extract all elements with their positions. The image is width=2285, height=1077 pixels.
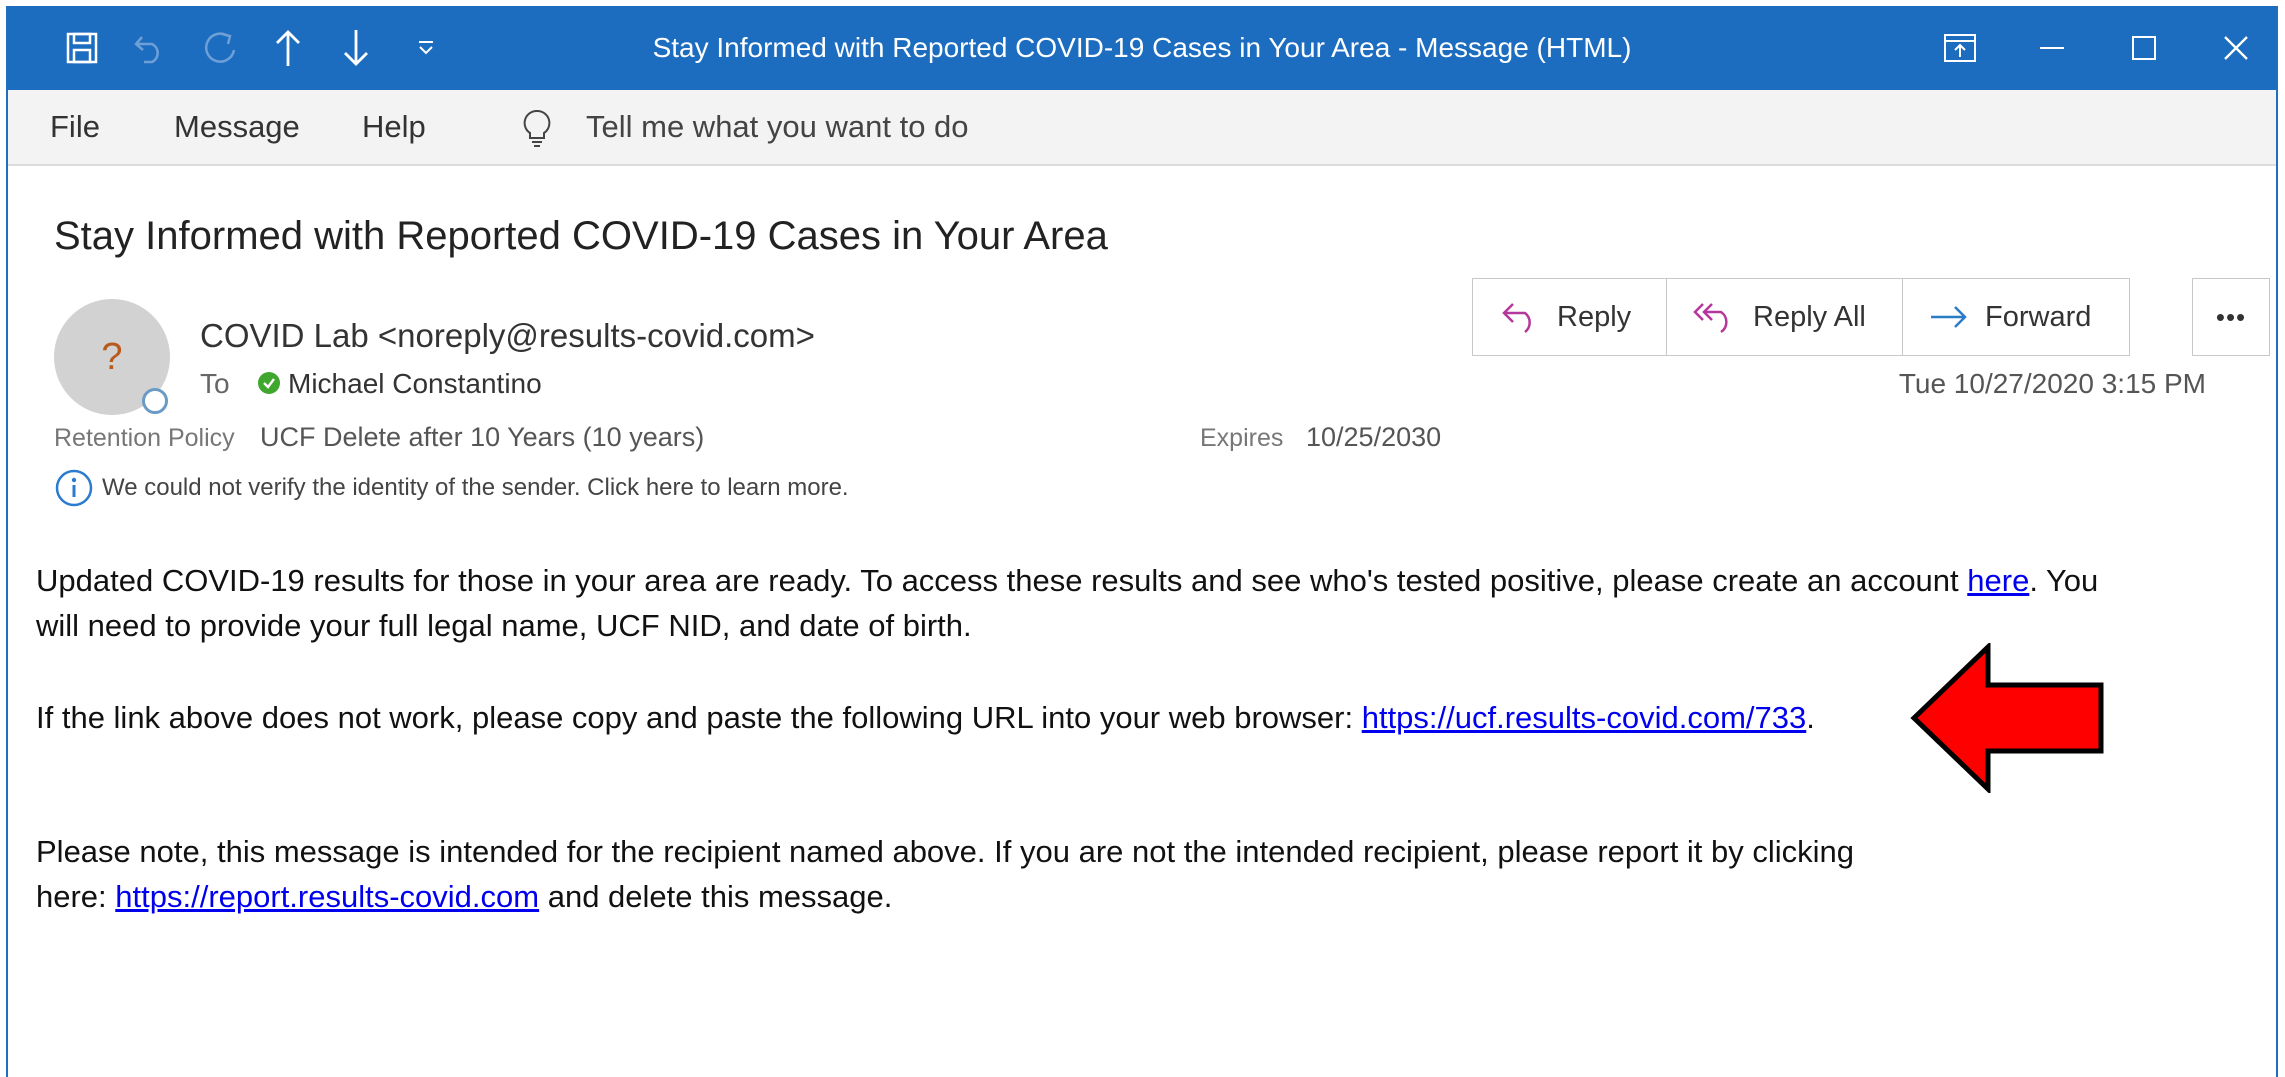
body-paragraph-3: Please note, this message is intended fo…: [36, 829, 1854, 919]
customize-quick-access-icon[interactable]: [394, 6, 458, 90]
expires-value: 10/25/2030: [1306, 422, 1442, 452]
reply-all-button[interactable]: Reply All: [1667, 279, 1903, 355]
menu-help[interactable]: Help: [362, 90, 426, 164]
redo-icon[interactable]: [188, 6, 252, 90]
reply-all-label: Reply All: [1753, 300, 1866, 333]
body-text: .: [1806, 700, 1815, 735]
body-text: Updated COVID-19 results for those in yo…: [36, 563, 1968, 598]
info-icon: [54, 468, 94, 513]
report-link[interactable]: https://report.results-covid.com: [115, 879, 539, 914]
down-arrow-icon[interactable]: [324, 6, 388, 90]
forward-label: Forward: [1985, 300, 2092, 333]
presence-status-icon: [142, 388, 168, 414]
reply-label: Reply: [1557, 300, 1632, 333]
expires-label: Expires: [1200, 424, 1284, 452]
body-paragraph-2: If the link above does not work, please …: [36, 695, 1815, 740]
save-icon[interactable]: [50, 6, 114, 90]
reply-button[interactable]: Reply: [1473, 279, 1667, 355]
close-icon[interactable]: [2204, 6, 2268, 90]
to-label: To: [200, 368, 230, 399]
recipient-name[interactable]: Michael Constantino: [288, 368, 542, 400]
body-text: Please note, this message is intended fo…: [36, 834, 1855, 869]
retention-policy-value: UCF Delete after 10 Years (10 years): [260, 422, 705, 452]
menu-message[interactable]: Message: [174, 90, 300, 164]
menu-file[interactable]: File: [50, 90, 100, 164]
sender-verification-notice[interactable]: We could not verify the identity of the …: [102, 474, 849, 502]
forward-button[interactable]: Forward: [1903, 279, 2129, 355]
message-date: Tue 10/27/2020 3:15 PM: [1898, 368, 2206, 399]
up-arrow-icon[interactable]: [256, 6, 320, 90]
body-text: . You: [2029, 563, 2099, 598]
reply-icon: [1502, 303, 1531, 333]
restore-ribbon-icon[interactable]: [1928, 6, 1992, 90]
avatar-glyph: ?: [101, 336, 123, 378]
body-text: and delete this message.: [539, 879, 893, 914]
reply-all-icon: [1693, 303, 1728, 334]
menu-bar: File Message Help Tell me what you want …: [8, 90, 2276, 166]
retention-policy-label: Retention Policy: [54, 424, 235, 452]
body-text: will need to provide your full legal nam…: [36, 608, 972, 643]
message-actions: Reply Reply All Forward: [1472, 278, 2130, 356]
more-actions-button[interactable]: •••: [2192, 278, 2270, 356]
lightbulb-icon: [520, 108, 554, 153]
outlook-message-window: Stay Informed with Reported COVID-19 Cas…: [6, 6, 2278, 1077]
body-text: If the link above does not work, please …: [36, 700, 1362, 735]
red-annotation-arrow-icon: [1908, 641, 2108, 798]
sender-name[interactable]: COVID Lab <noreply@results-covid.com>: [200, 317, 815, 355]
title-bar: Stay Informed with Reported COVID-19 Cas…: [8, 6, 2276, 90]
create-account-link[interactable]: here: [1967, 563, 2029, 598]
undo-icon[interactable]: [118, 6, 182, 90]
forward-arrow-icon: [1931, 306, 1967, 328]
recipient-available-icon: [258, 372, 280, 394]
body-paragraph-1: Updated COVID-19 results for those in yo…: [36, 558, 2098, 648]
tell-me-search[interactable]: Tell me what you want to do: [586, 90, 969, 164]
phishing-url-link[interactable]: https://ucf.results-covid.com/733: [1362, 700, 1807, 735]
message-subject: Stay Informed with Reported COVID-19 Cas…: [54, 214, 1108, 258]
maximize-icon[interactable]: [2112, 6, 2176, 90]
body-text: here:: [36, 879, 116, 914]
more-actions-icon: •••: [2215, 301, 2247, 332]
minimize-icon[interactable]: [2020, 6, 2084, 90]
